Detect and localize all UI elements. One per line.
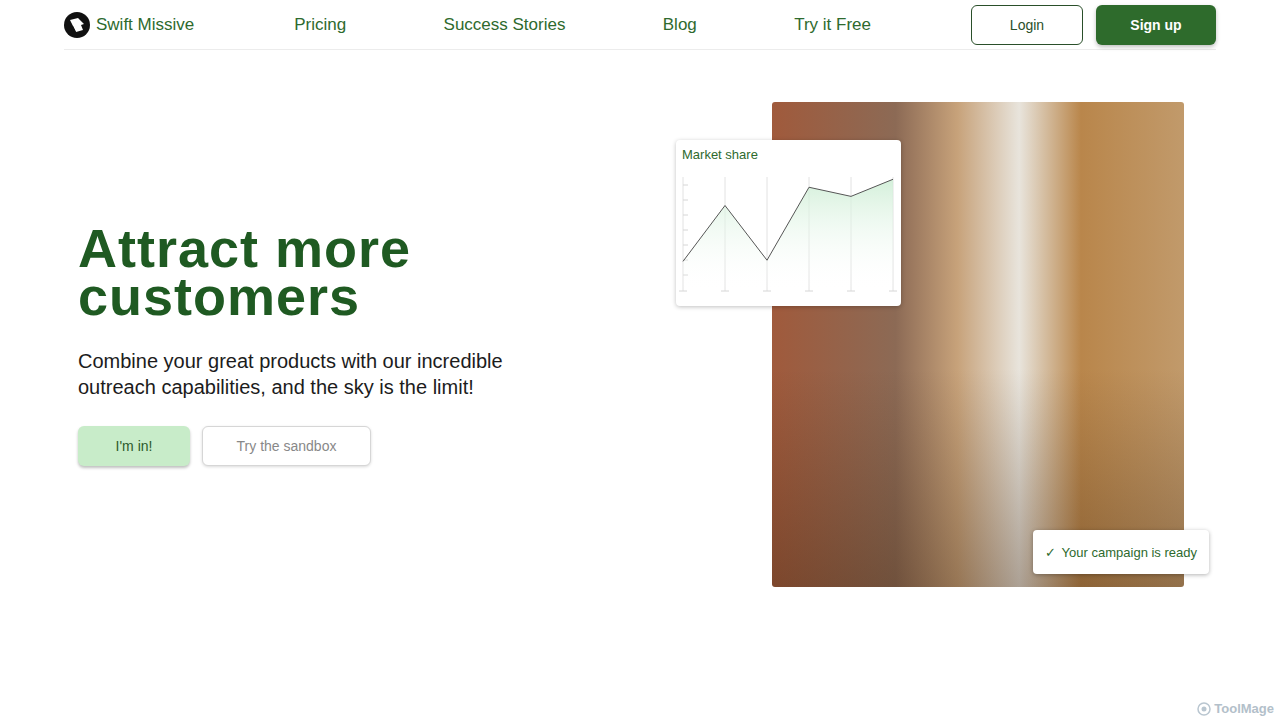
check-icon: ✓ — [1045, 545, 1056, 560]
hero-copy: Attract more customers Combine your great… — [78, 224, 548, 466]
axis-tick — [683, 200, 688, 201]
landing-page: Swift Missive Pricing Success Stories Blog T… — [0, 0, 1280, 720]
chart-segment — [683, 206, 725, 262]
chart-card: Market share — [676, 140, 901, 306]
campaign-toast: ✓ Your campaign is ready — [1033, 530, 1209, 574]
top-nav: Swift Missive Pricing Success Stories Blog T… — [64, 0, 1216, 50]
toast-text: Your campaign is ready — [1062, 545, 1197, 560]
nav-link[interactable]: Pricing — [294, 15, 346, 35]
auth-buttons: Login Sign up — [971, 5, 1216, 45]
axis-tick — [683, 215, 688, 216]
line-chart — [676, 140, 901, 306]
watermark-text: ToolMage — [1214, 701, 1274, 716]
axis-tick — [683, 185, 688, 186]
chart-segment — [767, 187, 809, 260]
hero: Attract more customers Combine your great… — [0, 50, 1280, 587]
brand-name: Swift Missive — [96, 15, 194, 35]
hero-subtitle: Combine your great products with our inc… — [78, 348, 528, 400]
hero-buttons: I'm in! Try the sandbox — [78, 426, 548, 466]
chart-segment — [851, 179, 893, 196]
nav-links: Pricing Success Stories Blog Try it Free — [194, 15, 971, 35]
nav-link[interactable]: Try it Free — [794, 15, 871, 35]
login-button[interactable]: Login — [971, 5, 1083, 45]
primary-button[interactable]: I'm in! — [78, 426, 190, 466]
watermark-icon — [1197, 702, 1211, 716]
nav-link[interactable]: Blog — [663, 15, 697, 35]
brand-link[interactable]: Swift Missive — [64, 12, 194, 38]
chart-area — [683, 179, 893, 291]
chart-segment — [725, 206, 767, 261]
hero-visual: Market share✓Your campaign is ready — [772, 102, 1184, 587]
watermark: ToolMage — [1197, 701, 1274, 716]
hero-title: Attract more customers — [78, 224, 548, 320]
signup-button[interactable]: Sign up — [1096, 5, 1216, 45]
axis-tick — [683, 245, 688, 246]
chart-title: Market share — [682, 147, 758, 162]
logo-icon — [64, 12, 90, 38]
axis-tick — [683, 230, 688, 231]
nav-link[interactable]: Success Stories — [444, 15, 566, 35]
chart-segment — [809, 187, 851, 196]
sandbox-button[interactable]: Try the sandbox — [202, 426, 371, 466]
